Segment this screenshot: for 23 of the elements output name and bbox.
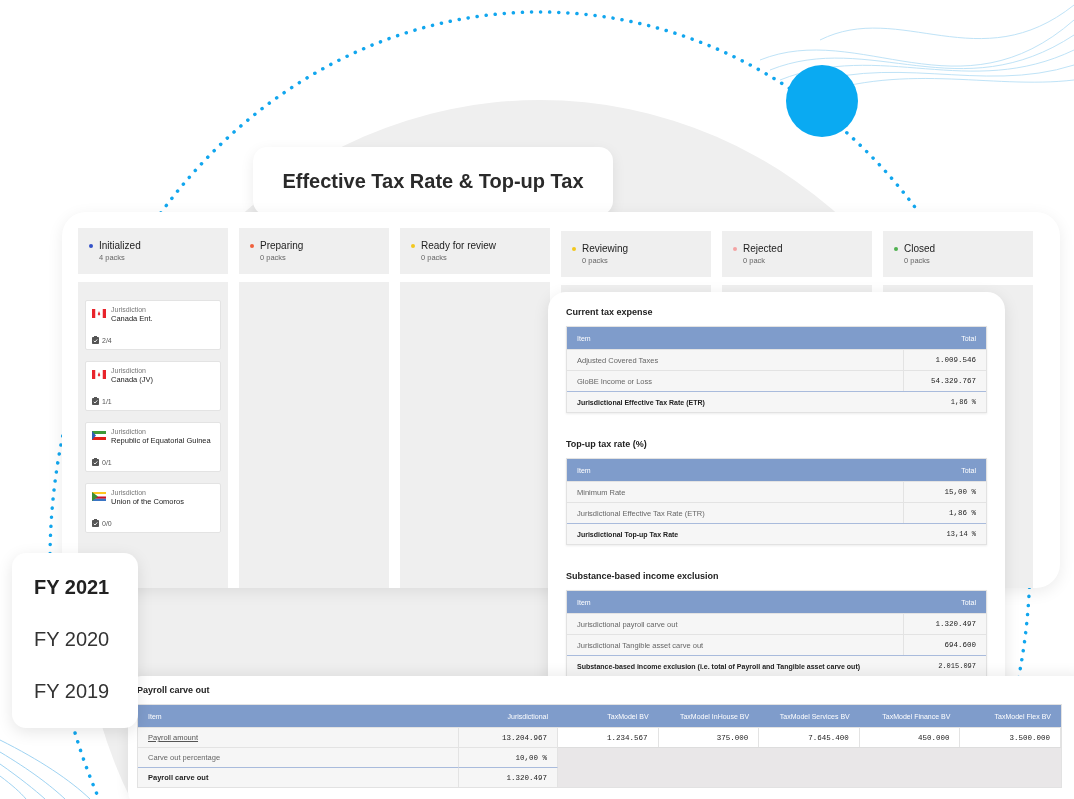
section-title: Substance-based income exclusion [566, 571, 720, 581]
column-title: Preparing [260, 240, 304, 251]
flag-icon [92, 431, 106, 440]
clipboard-icon [92, 458, 99, 466]
section-title: Current tax expense [566, 307, 654, 317]
accent-circle [786, 65, 858, 137]
year-option[interactable]: FY 2020 [34, 627, 110, 651]
flag-icon [92, 370, 106, 379]
page-title: Effective Tax Rate & Top-up Tax [253, 147, 613, 215]
section-title: Top-up tax rate (%) [566, 439, 648, 449]
column-title: Closed [904, 243, 936, 254]
column-title: Reviewing [582, 243, 629, 254]
column-title: Ready for review [421, 240, 497, 251]
column-title: Initialized [99, 240, 141, 251]
section-title: Payroll carve out [137, 685, 211, 695]
clipboard-icon [92, 519, 99, 527]
clipboard-icon [92, 397, 99, 405]
year-option[interactable]: FY 2021 [34, 575, 110, 599]
flag-icon [92, 492, 106, 501]
clipboard-icon [92, 336, 99, 344]
year-option[interactable]: FY 2019 [34, 679, 110, 703]
flag-icon [92, 309, 106, 318]
column-title: Rejected [743, 243, 783, 254]
